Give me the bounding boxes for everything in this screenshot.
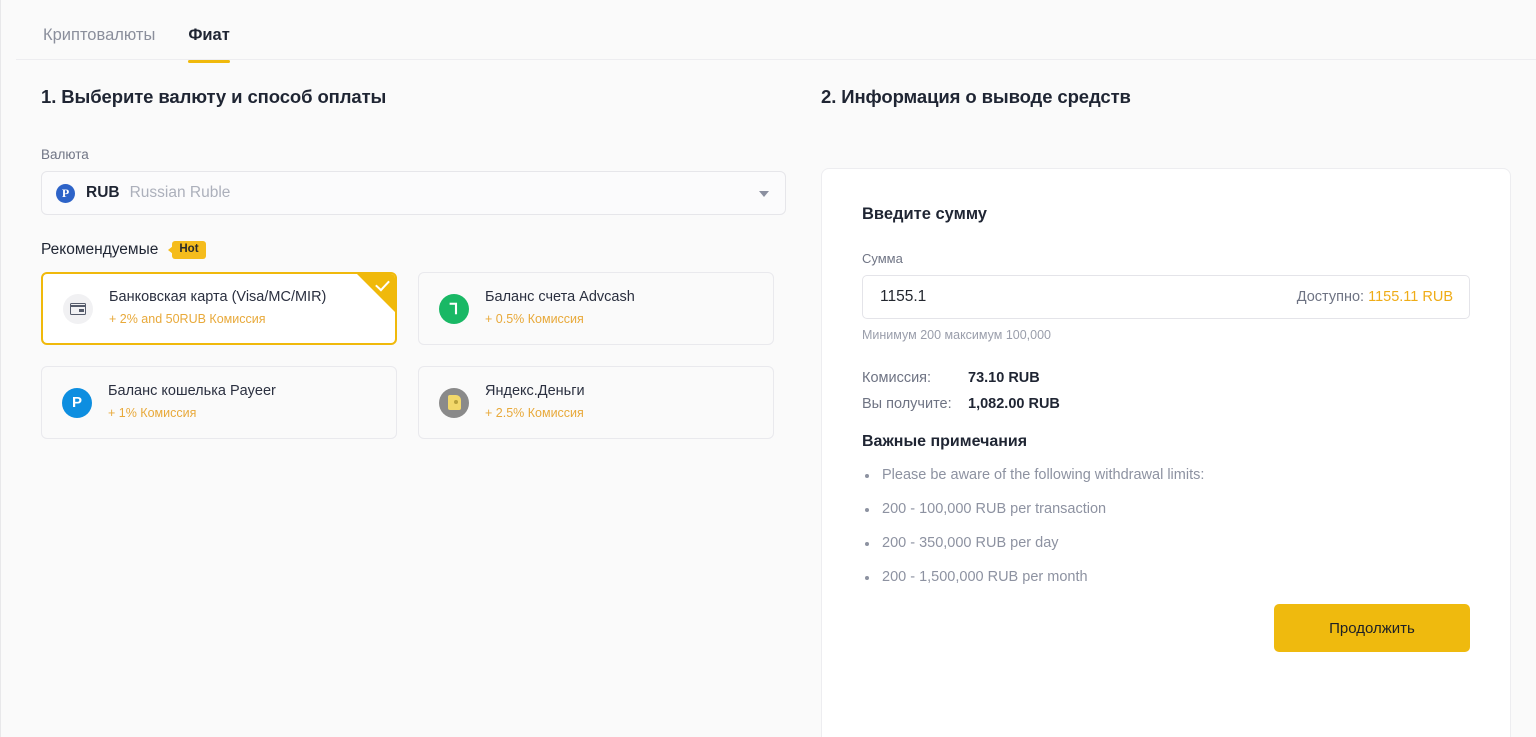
recommended-header: Рекомендуемые Hot bbox=[41, 241, 786, 259]
currency-name: Russian Ruble bbox=[130, 184, 231, 202]
summary-value: 1,082.00 RUB bbox=[968, 396, 1060, 412]
method-name: Баланс счета Advcash bbox=[485, 288, 635, 308]
withdraw-page: Криптовалюты Фиат 1. Выберите валюту и с… bbox=[0, 0, 1536, 737]
amount-input[interactable]: 1155.1 Доступно: 1155.11 RUB bbox=[862, 275, 1470, 319]
amount-hint: Минимум 200 максимум 100,000 bbox=[862, 328, 1470, 342]
payeer-icon: P bbox=[62, 388, 92, 418]
payment-method-advcash[interactable]: ⅂ Баланс счета Advcash + 0.5% Комиссия bbox=[418, 272, 774, 345]
payment-method-bank-card[interactable]: Банковская карта (Visa/MC/MIR) + 2% and … bbox=[41, 272, 397, 345]
ruble-coin-icon: P bbox=[56, 184, 75, 203]
notes-list: Please be aware of the following withdra… bbox=[862, 467, 1470, 585]
summary-key: Вы получите: bbox=[862, 396, 968, 412]
method-name: Яндекс.Деньги bbox=[485, 382, 585, 402]
currency-and-method-column: 1. Выберите валюту и способ оплаты Валют… bbox=[41, 86, 786, 439]
tab-crypto-label: Криптовалюты bbox=[43, 26, 155, 44]
method-fee: + 0.5% Комиссия bbox=[485, 310, 635, 329]
amount-field-label: Сумма bbox=[862, 251, 1470, 266]
available-label: Доступно: bbox=[1297, 289, 1364, 305]
summary-list: Комиссия: 73.10 RUB Вы получите: 1,082.0… bbox=[862, 370, 1470, 412]
continue-button[interactable]: Продолжить bbox=[1274, 604, 1470, 652]
list-item: 200 - 1,500,000 RUB per month bbox=[862, 569, 1470, 585]
withdraw-panel: Введите сумму Сумма 1155.1 Доступно: 115… bbox=[821, 168, 1511, 737]
tab-crypto[interactable]: Криптовалюты bbox=[43, 0, 155, 62]
notes-title: Важные примечания bbox=[862, 433, 1470, 451]
method-name: Банковская карта (Visa/MC/MIR) bbox=[109, 288, 326, 308]
available-value: 1155.11 RUB bbox=[1368, 289, 1453, 305]
method-fee: + 1% Комиссия bbox=[108, 404, 276, 423]
amount-value: 1155.1 bbox=[880, 288, 926, 306]
summary-row-receive: Вы получите: 1,082.00 RUB bbox=[862, 396, 1470, 412]
recommended-label: Рекомендуемые bbox=[41, 241, 158, 259]
tab-fiat[interactable]: Фиат bbox=[188, 0, 229, 62]
available-balance: Доступно: 1155.11 RUB bbox=[1297, 289, 1453, 305]
payment-method-list: Банковская карта (Visa/MC/MIR) + 2% and … bbox=[41, 272, 786, 439]
list-item: 200 - 350,000 RUB per day bbox=[862, 535, 1470, 551]
tab-fiat-label: Фиат bbox=[188, 26, 229, 44]
panel-actions: Продолжить bbox=[862, 604, 1470, 652]
method-fee: + 2% and 50RUB Комиссия bbox=[109, 310, 326, 329]
selected-corner bbox=[357, 274, 395, 312]
list-item: 200 - 100,000 RUB per transaction bbox=[862, 501, 1470, 517]
panel-title: Введите сумму bbox=[862, 205, 1470, 224]
currency-select[interactable]: P RUB Russian Ruble bbox=[41, 171, 786, 215]
tab-bar: Криптовалюты Фиат bbox=[16, 0, 1536, 60]
step-2-title: 2. Информация о выводе средств bbox=[821, 86, 1511, 108]
summary-key: Комиссия: bbox=[862, 370, 968, 386]
step-1-title: 1. Выберите валюту и способ оплаты bbox=[41, 86, 786, 108]
summary-value: 73.10 RUB bbox=[968, 370, 1040, 386]
chevron-down-icon bbox=[759, 191, 769, 197]
method-fee: + 2.5% Комиссия bbox=[485, 404, 585, 423]
summary-row-fee: Комиссия: 73.10 RUB bbox=[862, 370, 1470, 386]
hot-badge: Hot bbox=[172, 241, 205, 259]
currency-code: RUB bbox=[86, 184, 120, 202]
currency-field-label: Валюта bbox=[41, 147, 786, 162]
method-name: Баланс кошелька Payeer bbox=[108, 382, 276, 402]
withdraw-info-column: 2. Информация о выводе средств Введите с… bbox=[821, 86, 1511, 737]
list-item: Please be aware of the following withdra… bbox=[862, 467, 1470, 483]
advcash-icon: ⅂ bbox=[439, 294, 469, 324]
payment-method-yandex-money[interactable]: Яндекс.Деньги + 2.5% Комиссия bbox=[418, 366, 774, 439]
yandex-money-icon bbox=[439, 388, 469, 418]
credit-card-icon bbox=[63, 294, 93, 324]
payment-method-payeer[interactable]: P Баланс кошелька Payeer + 1% Комиссия bbox=[41, 366, 397, 439]
